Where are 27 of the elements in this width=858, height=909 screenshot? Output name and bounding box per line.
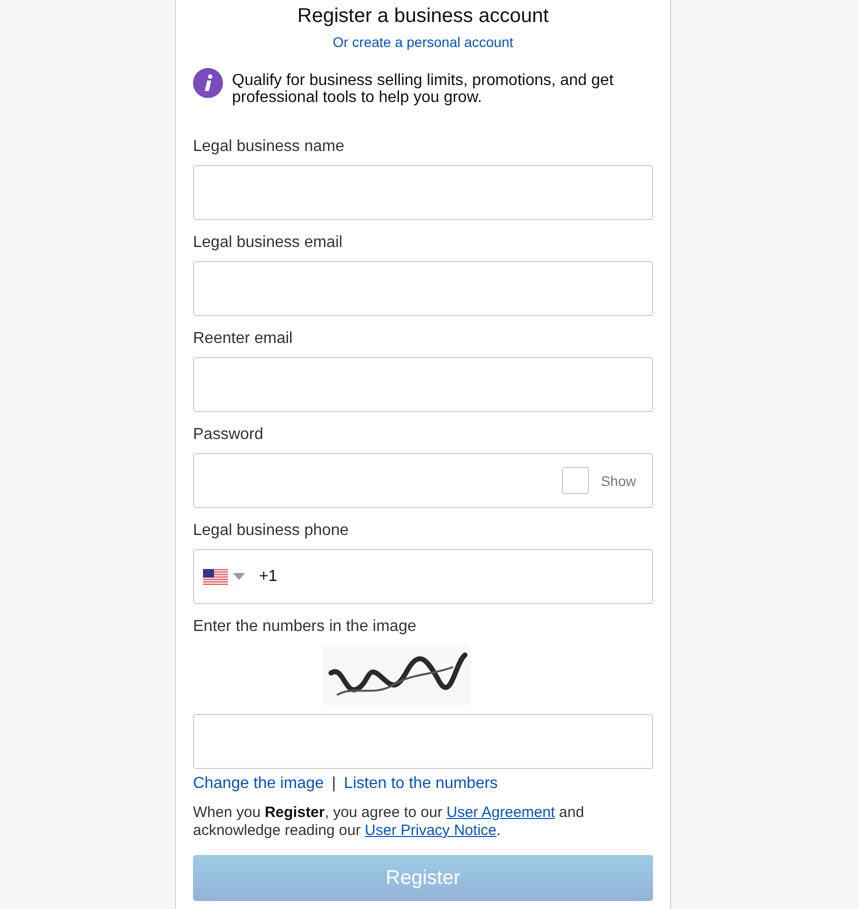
- change-image-link[interactable]: Change the image: [193, 774, 324, 794]
- show-password-checkbox[interactable]: [562, 467, 589, 494]
- field-label: Enter the numbers in the image: [193, 617, 416, 637]
- caret-icon: [233, 573, 245, 580]
- info-message: Qualify for business selling limits, promotions, and get professional tools to help you grow.: [232, 72, 615, 106]
- input-field[interactable]: [193, 357, 653, 412]
- field-label: Legal business name: [193, 137, 344, 157]
- field-label: Reenter email: [193, 329, 293, 349]
- captcha-input-field[interactable]: [193, 714, 653, 769]
- password-field[interactable]: Show: [193, 453, 653, 508]
- legal-link[interactable]: User Privacy Notice: [364, 822, 496, 839]
- field-label: Legal business phone: [193, 521, 349, 541]
- info-icon: [193, 68, 223, 98]
- country-code: +1: [259, 566, 278, 586]
- us-flag-icon: [203, 568, 228, 584]
- personal-account-link[interactable]: Or create a personal account: [332, 33, 514, 51]
- field-label: Legal business email: [193, 233, 342, 253]
- listen-numbers-link[interactable]: Listen to the numbers: [344, 774, 498, 794]
- phone-field[interactable]: +1: [193, 549, 653, 604]
- show-password-label[interactable]: Show: [600, 472, 636, 490]
- legal-notice: When you Register, you agree to our User Agreement and acknowledge reading our User Privacy Notice.: [193, 804, 586, 840]
- page-title: Register a business account: [297, 4, 549, 28]
- input-field[interactable]: [193, 165, 653, 220]
- legal-link[interactable]: User Agreement: [446, 804, 555, 821]
- input-field[interactable]: [193, 261, 653, 316]
- link-separator: |: [332, 774, 336, 794]
- field-label: Password: [193, 425, 264, 445]
